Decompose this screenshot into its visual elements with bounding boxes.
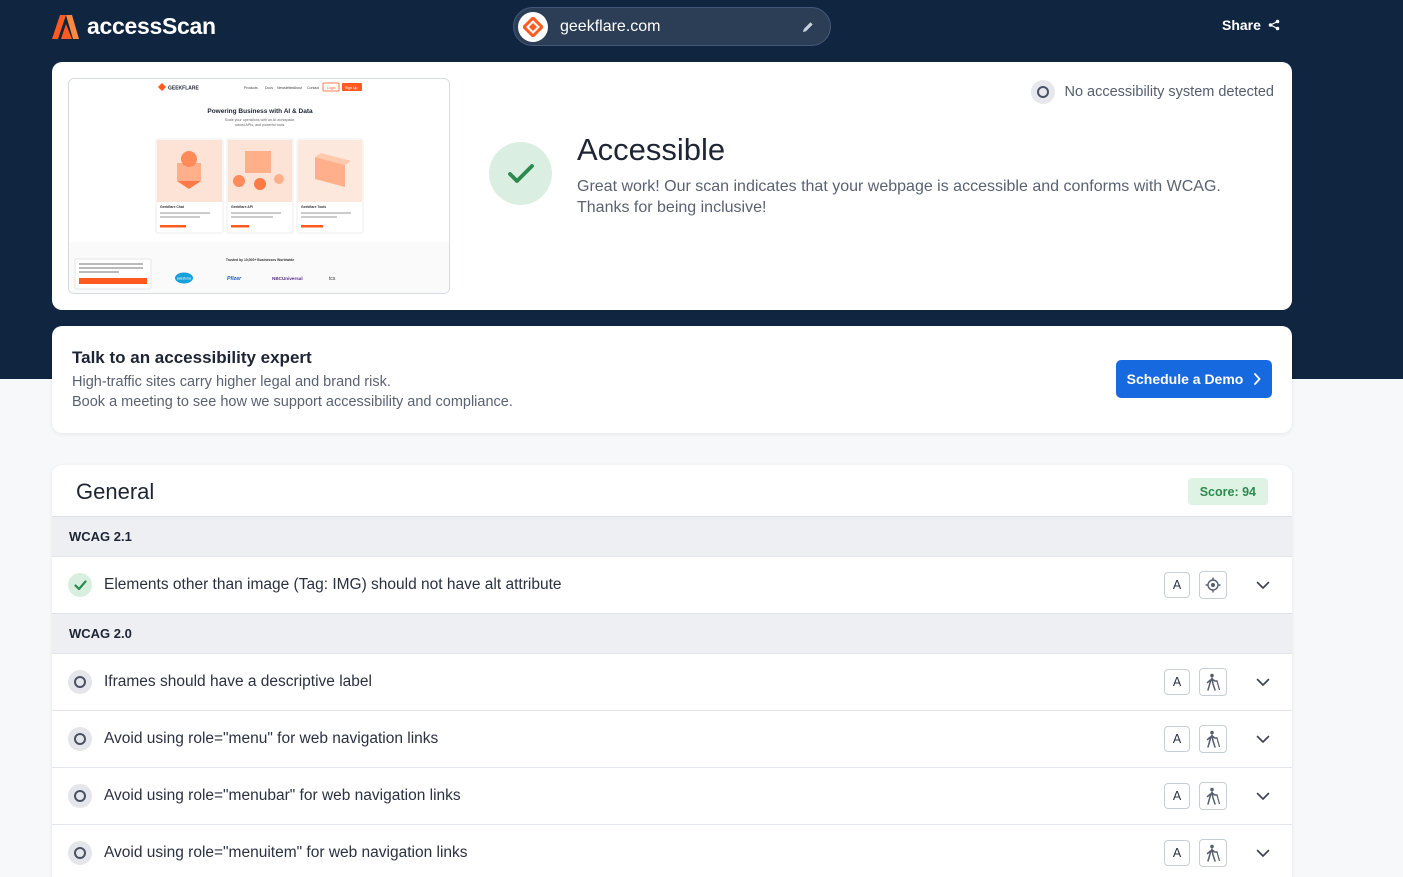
rule-text: Elements other than image (Tag: IMG) sho… — [104, 576, 562, 593]
rule-row[interactable]: Avoid using role="menuitem" for web navi… — [52, 824, 1292, 877]
schedule-demo-button[interactable]: Schedule a Demo — [1116, 360, 1272, 398]
scan-result-card: GEEKFLARE Products Docs Newsletter About… — [52, 62, 1292, 310]
schedule-demo-label: Schedule a Demo — [1126, 371, 1244, 387]
expert-description-2: Book a meeting to see how we support acc… — [72, 394, 513, 410]
score-badge: Score: 94 — [1187, 478, 1268, 505]
rule-text: Avoid using role="menuitem" for web navi… — [104, 844, 468, 861]
thumb-card-3: Geekflare Tools — [296, 138, 364, 234]
thumb-logo-3: NBCUniversal — [272, 276, 303, 281]
chevron-down-icon[interactable] — [1252, 671, 1274, 693]
expert-title: Talk to an accessibility expert — [72, 348, 312, 367]
detection-status: No accessibility system detected — [1031, 80, 1274, 104]
not-detected-icon — [1031, 80, 1056, 104]
thumb-card-2: Geekflare API — [226, 138, 294, 234]
thumb-logo-4: tcs — [329, 276, 336, 282]
rule-text: Avoid using role="menubar" for web navig… — [104, 787, 461, 804]
not-applicable-icon — [68, 670, 92, 694]
rule-row[interactable]: Iframes should have a descriptive label … — [52, 653, 1292, 710]
blind-person-icon[interactable] — [1199, 725, 1227, 753]
thumb-logo-1: salesforce — [177, 277, 192, 281]
app-logo[interactable]: accessScan — [52, 13, 216, 40]
thumb-nav-5: Contact — [307, 86, 319, 90]
thumb-card-1: Geekflare Chat — [155, 138, 224, 234]
thumb-login: Login — [327, 86, 336, 90]
share-button[interactable]: Share — [1222, 17, 1280, 33]
status-title: Accessible — [577, 132, 726, 167]
blind-person-icon[interactable] — [1199, 668, 1227, 696]
wcag-level-badge: A — [1164, 840, 1190, 866]
section-title: General — [76, 479, 155, 504]
blind-person-icon[interactable] — [1199, 782, 1227, 810]
url-field[interactable]: geekflare.com — [513, 7, 831, 46]
thumb-subline-1: Scale your operations with an AI workspa… — [225, 118, 296, 122]
thumb-nav-3: Newsletter — [277, 86, 294, 90]
chevron-down-icon[interactable] — [1252, 785, 1274, 807]
accessscan-logo-icon — [52, 14, 79, 39]
thumb-nav-4: About — [293, 86, 302, 90]
top-bar: accessScan geekflare.com Share — [0, 0, 1403, 54]
status-line-2: Thanks for being inclusive! — [577, 199, 767, 216]
wcag-level-badge: A — [1164, 669, 1190, 695]
status-line-1: Great work! Our scan indicates that your… — [577, 178, 1221, 195]
wcag-level-badge: A — [1164, 726, 1190, 752]
thumb-brand: GEEKFLARE — [168, 86, 200, 92]
chevron-down-icon[interactable] — [1252, 728, 1274, 750]
rule-row[interactable]: Avoid using role="menu" for web navigati… — [52, 710, 1292, 767]
status-description: Great work! Our scan indicates that your… — [577, 176, 1277, 218]
pencil-icon[interactable] — [798, 17, 818, 37]
not-applicable-icon — [68, 784, 92, 808]
scanned-url: geekflare.com — [560, 17, 661, 35]
site-favicon-icon — [518, 11, 548, 42]
thumb-nav-1: Products — [244, 86, 258, 90]
rule-text: Avoid using role="menu" for web navigati… — [104, 730, 439, 747]
rule-text: Iframes should have a descriptive label — [104, 673, 372, 690]
website-screenshot-thumbnail: GEEKFLARE Products Docs Newsletter About… — [68, 78, 450, 294]
thumb-nav-2: Docs — [265, 86, 273, 90]
chevron-down-icon[interactable] — [1252, 842, 1274, 864]
thumb-card-3-title: Geekflare Tools — [301, 205, 326, 209]
detection-text: No accessibility system detected — [1064, 84, 1274, 100]
general-section: General Score: 94 WCAG 2.1 Elements othe… — [52, 465, 1292, 877]
thumb-subline-2: robust APIs, and powerful tools. — [235, 123, 286, 127]
chevron-right-icon — [1254, 373, 1261, 385]
thumb-card-2-title: Geekflare API — [231, 205, 253, 209]
share-label: Share — [1222, 17, 1261, 33]
rule-row[interactable]: Avoid using role="menubar" for web navig… — [52, 767, 1292, 824]
target-icon[interactable] — [1199, 571, 1227, 599]
thumb-headline: Powering Business with AI & Data — [207, 108, 313, 115]
not-applicable-icon — [68, 727, 92, 751]
group-header-wcag-20: WCAG 2.0 — [52, 613, 1292, 653]
blind-person-icon[interactable] — [1199, 839, 1227, 867]
group-header-wcag-21: WCAG 2.1 — [52, 516, 1292, 556]
expert-description-1: High-traffic sites carry higher legal an… — [72, 374, 391, 390]
thumb-trusted: Trusted by 10,000+ Businesses Worldwide — [226, 258, 294, 262]
wcag-level-badge: A — [1164, 572, 1190, 598]
thumb-logo-2: Pfizer — [227, 276, 242, 282]
app-name: accessScan — [87, 13, 216, 39]
accessible-check-icon — [489, 142, 552, 205]
expert-card: Talk to an accessibility expert High-tra… — [52, 326, 1292, 433]
share-icon — [1268, 19, 1280, 31]
pass-check-icon — [68, 573, 92, 597]
thumb-signup: Sign Up — [345, 86, 358, 90]
not-applicable-icon — [68, 841, 92, 865]
thumb-card-1-title: Geekflare Chat — [160, 205, 185, 209]
chevron-down-icon[interactable] — [1252, 574, 1274, 596]
wcag-level-badge: A — [1164, 783, 1190, 809]
rule-row[interactable]: Elements other than image (Tag: IMG) sho… — [52, 556, 1292, 613]
